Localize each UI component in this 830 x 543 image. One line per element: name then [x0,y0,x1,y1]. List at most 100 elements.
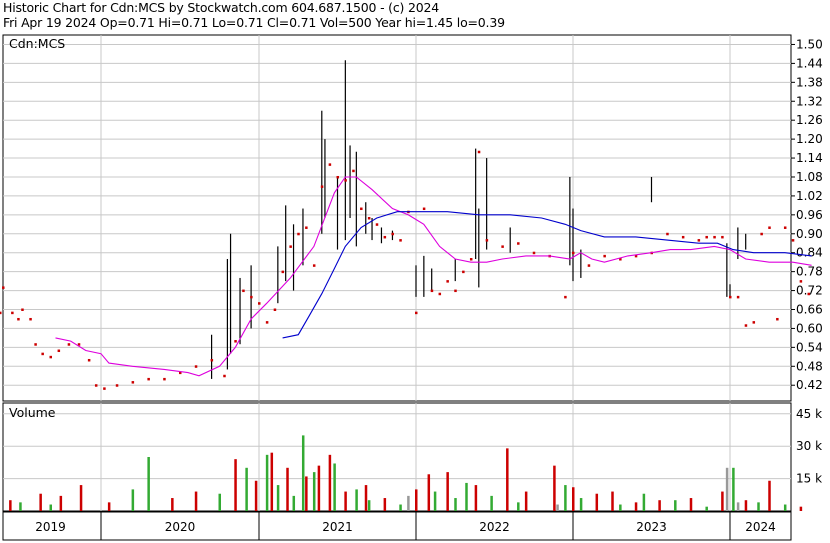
volume-tick-label: 45 k [796,407,822,421]
year-label: 2022 [479,520,510,534]
volume-bar-down [328,454,332,511]
close-point [0,311,2,315]
close-point [587,264,591,267]
close-point [312,264,316,267]
price-panel: Cdn:MCS 1.50 1.44 1.38 1.32 1.26 1.20 1.14 1.08… [0,34,823,402]
volume-bar-down [427,474,431,511]
close-point [422,207,426,211]
volume-bar-up [292,495,296,511]
close-point [791,239,795,242]
price-panel-label: Cdn:MCS [9,36,65,51]
volume-bar-down [79,485,83,511]
volume-bar-up [265,454,269,511]
close-point [352,169,355,173]
close-point [223,374,226,378]
close-point [603,254,606,258]
close-point [776,317,779,321]
price-tick-label: 1.20 [796,132,823,146]
volume-bar-up [454,498,457,511]
volume-bar-down [634,502,638,511]
x-axis: 2019 2020 2021 2022 2023 2024 [2,511,792,541]
volume-bar-up [564,485,567,511]
volume-bar-up [490,495,493,511]
price-tick-label: 1.26 [796,113,823,127]
close-point [336,175,339,179]
volume-bar-up [367,500,371,511]
close-point [446,280,449,283]
volume-bar-up [433,491,437,511]
close-point [194,365,198,368]
volume-bar-up [245,467,248,511]
close-point [532,251,536,255]
close-point [103,387,106,390]
close-point [799,280,803,283]
year-label: 2020 [165,520,196,534]
volume-bar-up [674,500,677,511]
close-point [501,245,504,248]
volume-bar-up [218,493,221,511]
volume-bar-down [344,491,347,511]
year-label: 2019 [35,520,66,534]
close-point [328,163,332,166]
close-point [250,295,253,299]
close-point [768,226,771,229]
close-point [289,245,292,248]
close-point [713,235,716,239]
price-tick-label: 0.84 [796,246,823,260]
volume-bar-down [270,452,274,511]
volume-bar-up [131,489,135,511]
close-point [415,311,418,315]
close-point [11,311,14,315]
price-tick-label: 0.78 [796,265,823,279]
year-label: 2021 [322,520,353,534]
close-point [360,207,363,211]
volume-bar-up [517,502,520,511]
close-point [367,217,371,220]
year-label: 2023 [636,520,667,534]
volume-bar-down [107,502,111,511]
close-point [87,358,91,362]
close-point [485,239,489,242]
chart-canvas: Cdn:MCS 1.50 1.44 1.38 1.32 1.26 1.20 1.14 1.08… [0,34,823,541]
volume-tick-label: 15 k [796,472,822,486]
volume-bar-down [553,465,556,511]
volume-bar-neutral [407,495,410,511]
close-point [477,150,481,154]
price-tick-label: 0.48 [796,359,823,373]
price-tick-label: 1.50 [796,37,823,51]
close-point [697,239,701,242]
price-tick-label: 0.66 [796,303,823,317]
volume-bar-up [619,504,622,511]
volume-bar-down [59,495,63,511]
volume-bar-up [312,472,316,511]
close-point [430,289,434,293]
close-point [242,289,245,293]
price-tick-label: 1.32 [796,94,823,108]
volume-bar-down [286,467,289,511]
volume-bar-down [9,500,12,511]
close-point [344,179,347,182]
close-point [736,295,740,299]
price-tick-label: 1.38 [796,75,823,89]
close-point [752,321,756,324]
close-point [297,232,300,236]
close-point [210,358,214,362]
close-point [572,251,575,255]
close-point [305,226,308,229]
close-point [517,242,520,245]
volume-bar-up [355,489,358,511]
volume-bar-up [465,482,468,511]
price-tick-label: 0.96 [796,208,823,222]
volume-bar-neutral [736,502,740,511]
volume-bar-up [757,502,760,511]
volume-bar-down [39,493,42,511]
volume-tick-label: 30 k [796,439,822,453]
volume-bar-up [333,463,336,511]
volume-bar-down [415,489,418,511]
volume-bar-down [506,448,509,511]
close-point [41,352,44,356]
volume-bar-down [234,459,237,511]
close-point [57,349,61,353]
close-point [375,223,379,226]
volume-bar-up [642,493,646,511]
